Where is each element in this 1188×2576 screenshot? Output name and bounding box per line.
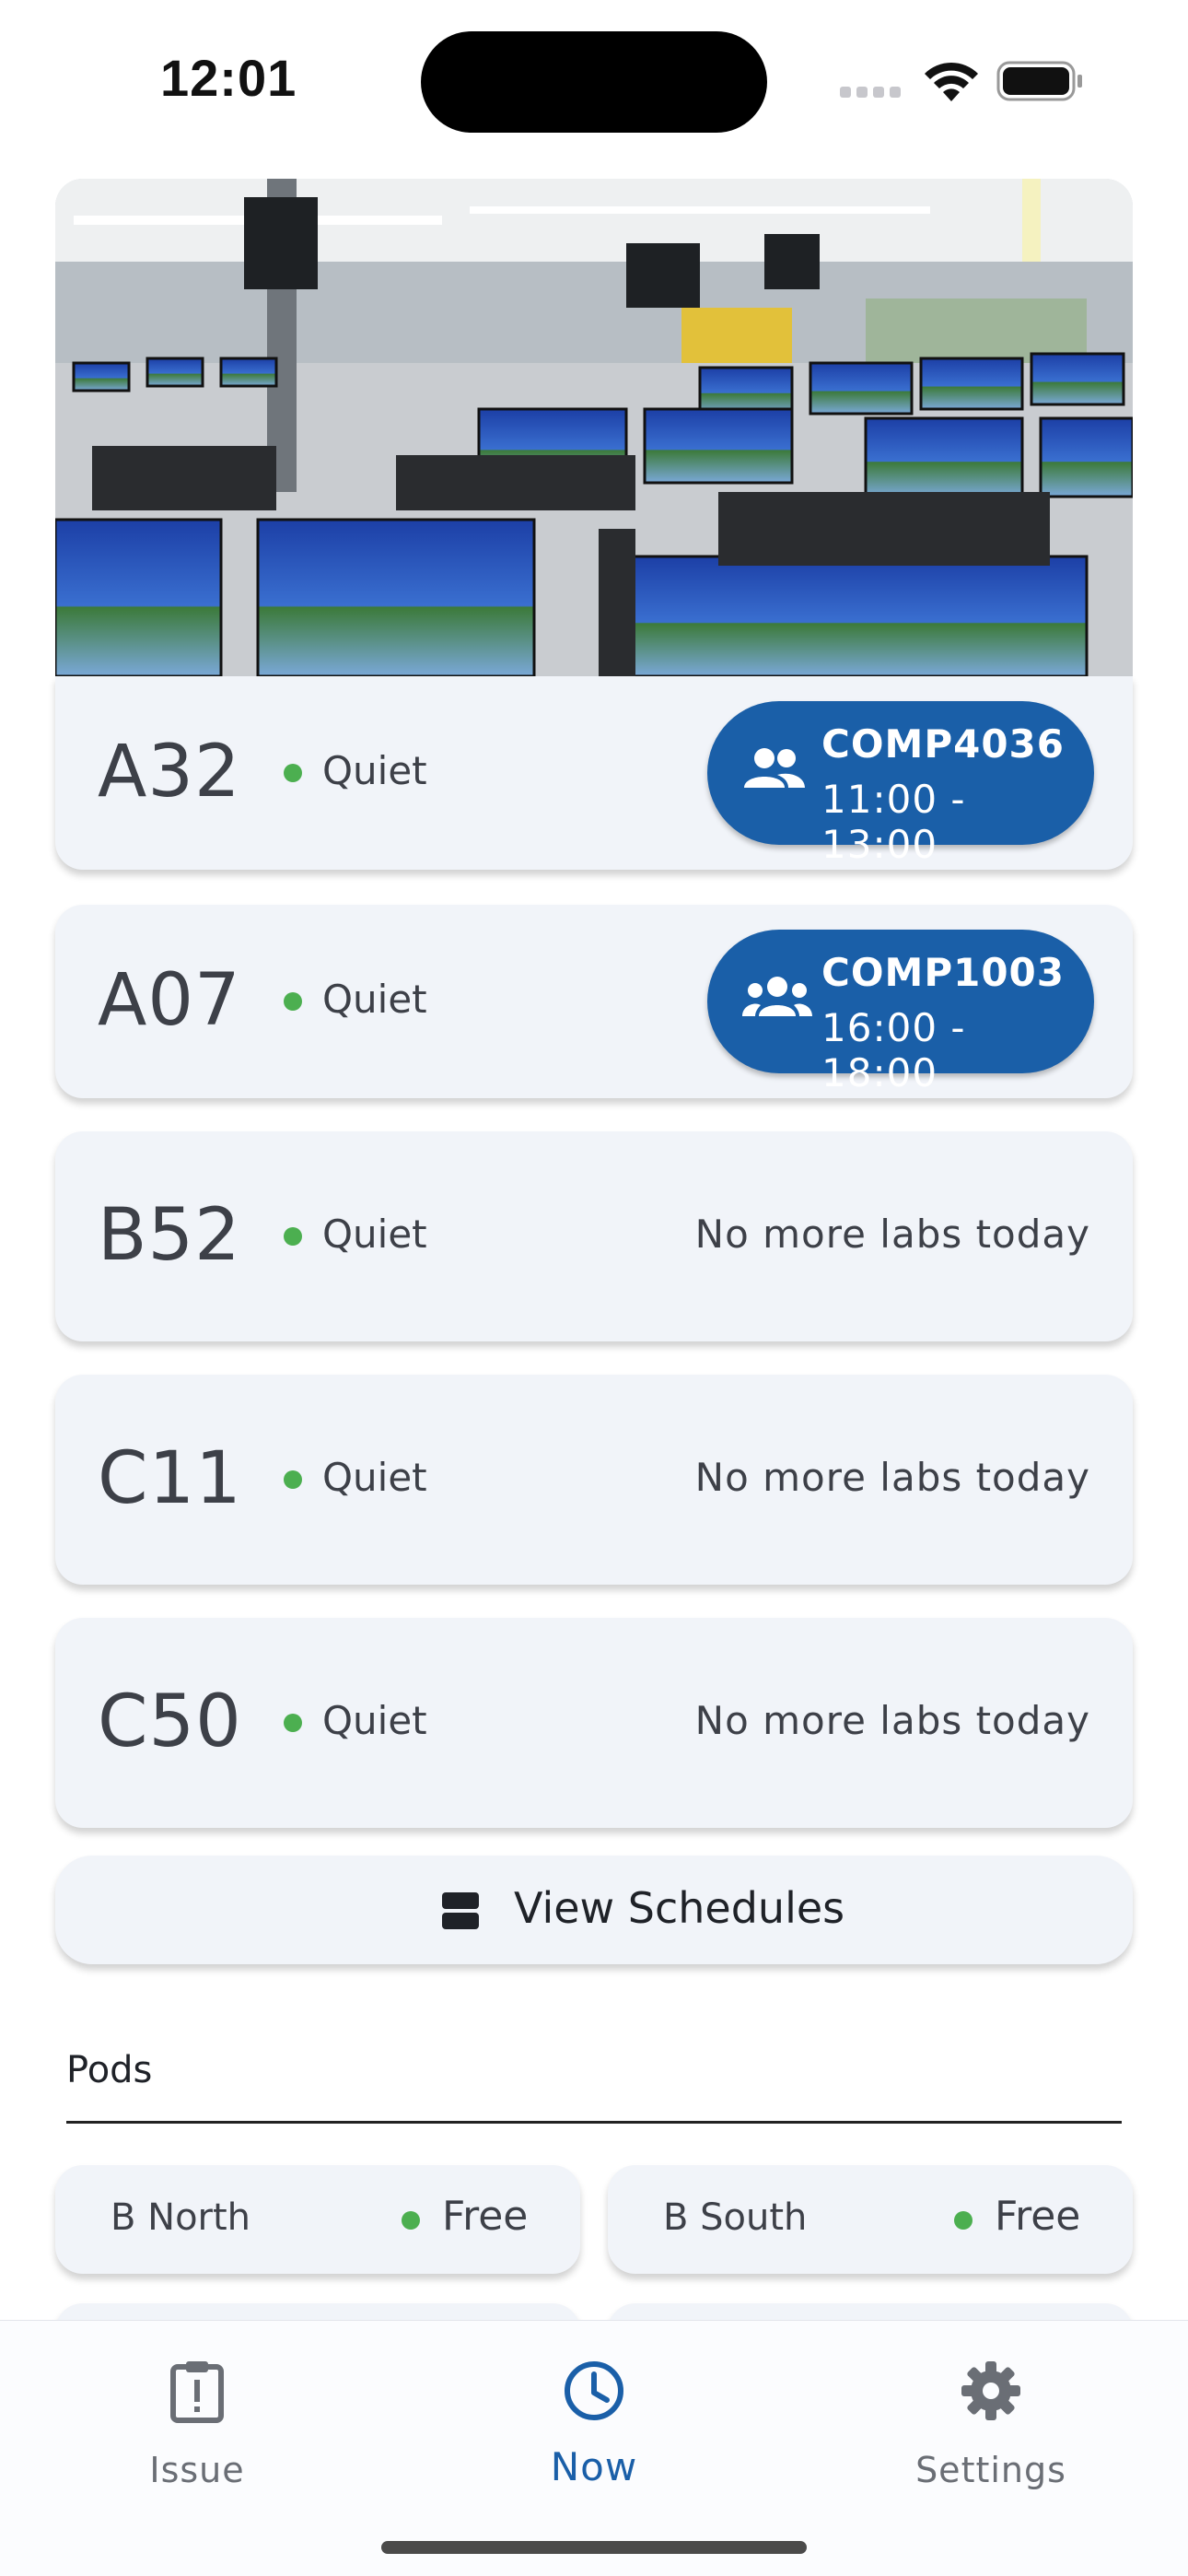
pod-card-b-north[interactable]: B North Free	[55, 2165, 580, 2274]
pod-name: B North	[111, 2196, 251, 2239]
wifi-icon	[925, 62, 978, 101]
room-name: C50	[98, 1680, 242, 1763]
room-name: C11	[98, 1437, 242, 1520]
nav-label: Now	[550, 2444, 638, 2489]
status-dot	[284, 992, 302, 1011]
no-more-labs-text: No more labs today	[694, 1698, 1090, 1743]
pod-status: Free	[995, 2193, 1081, 2240]
view-schedules-label: View Schedules	[514, 1883, 845, 1933]
lab-code: COMP1003	[821, 950, 1065, 995]
room-name: A32	[98, 731, 241, 814]
room-card-a07[interactable]: A07 Quiet COMP1003 16:00 - 18:00	[55, 905, 1133, 1098]
room-status: Quiet	[322, 977, 427, 1022]
people-icon	[742, 977, 812, 1016]
lab-code: COMP4036	[821, 721, 1065, 767]
lab-photo	[55, 179, 1133, 676]
view-schedules-button[interactable]: View Schedules	[55, 1856, 1133, 1964]
no-more-labs-text: No more labs today	[694, 1455, 1090, 1500]
clipboard-alert-icon	[170, 2361, 224, 2423]
nav-item-settings[interactable]: Settings	[853, 2348, 1129, 2533]
lab-badge[interactable]: COMP1003 16:00 - 18:00	[707, 930, 1094, 1095]
cellular-signal-icon	[840, 87, 901, 98]
no-more-labs-text: No more labs today	[694, 1212, 1090, 1257]
room-status: Quiet	[322, 1455, 427, 1500]
room-name: A07	[98, 959, 241, 1042]
nav-item-issue[interactable]: Issue	[59, 2348, 335, 2533]
schedule-icon	[442, 1892, 479, 1929]
room-name: B52	[98, 1194, 241, 1277]
home-indicator[interactable]	[381, 2541, 807, 2554]
status-bar: 12:01	[0, 0, 1188, 166]
pod-name: B South	[663, 2196, 808, 2239]
lab-badge[interactable]: COMP4036 11:00 - 13:00	[707, 701, 1094, 867]
room-card-b52[interactable]: B52 Quiet No more labs today	[55, 1131, 1133, 1341]
room-status: Quiet	[322, 1698, 427, 1743]
pod-status: Free	[442, 2193, 529, 2240]
status-dot	[284, 764, 302, 782]
nav-label: Issue	[149, 2450, 245, 2490]
status-dot	[284, 1227, 302, 1246]
gear-icon	[961, 2361, 1020, 2420]
pods-divider	[66, 2121, 1122, 2124]
status-dot	[954, 2211, 973, 2230]
pods-heading: Pods	[66, 2049, 153, 2091]
status-dot	[402, 2211, 420, 2230]
bottom-nav-bar: Issue Now Settings	[0, 2320, 1188, 2576]
status-dot	[284, 1714, 302, 1732]
room-status: Quiet	[322, 748, 427, 793]
status-dot	[284, 1470, 302, 1489]
room-card-c11[interactable]: C11 Quiet No more labs today	[55, 1375, 1133, 1585]
nav-item-now[interactable]: Now	[456, 2348, 732, 2533]
room-card-a32[interactable]: A32 Quiet COMP4036 11:00 - 13:00	[55, 676, 1133, 870]
dynamic-island	[421, 31, 767, 133]
room-status: Quiet	[322, 1212, 427, 1257]
status-time: 12:01	[160, 49, 297, 107]
room-card-c50[interactable]: C50 Quiet No more labs today	[55, 1618, 1133, 1828]
pod-card-b-south[interactable]: B South Free	[608, 2165, 1133, 2274]
lab-time: 11:00 - 13:00	[821, 777, 966, 867]
lab-time: 16:00 - 18:00	[821, 1005, 966, 1095]
battery-icon	[996, 61, 1082, 101]
nav-label: Settings	[915, 2450, 1066, 2490]
people-icon	[744, 748, 805, 788]
clock-icon	[565, 2361, 623, 2420]
